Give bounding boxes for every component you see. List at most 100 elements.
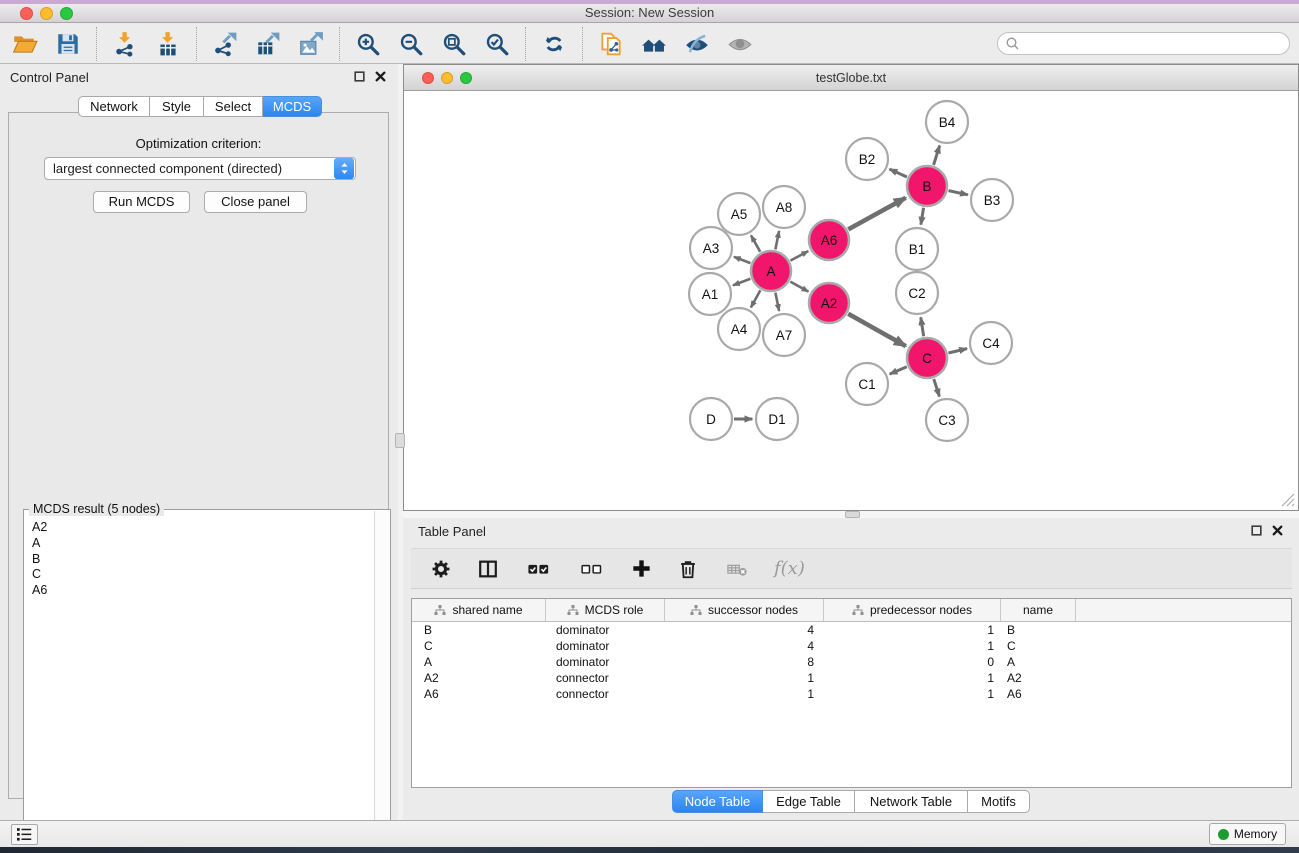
table-cell[interactable]: 1: [824, 638, 1001, 654]
edge-A-A8[interactable]: [775, 231, 779, 249]
float-panel-icon[interactable]: [1251, 525, 1262, 536]
graph-node-C3[interactable]: C3: [926, 399, 968, 441]
tab-select[interactable]: Select: [204, 96, 263, 117]
edge-A6-B[interactable]: [848, 198, 905, 230]
graph-node-B2[interactable]: B2: [846, 138, 888, 180]
graph-node-D1[interactable]: D1: [756, 398, 798, 440]
tab-motifs[interactable]: Motifs: [968, 790, 1030, 813]
table-row[interactable]: A6connector11A6: [412, 686, 1291, 702]
table-cell[interactable]: 4: [665, 622, 824, 638]
edge-A-A1[interactable]: [733, 279, 750, 286]
table-cell[interactable]: 1: [824, 670, 1001, 686]
graph-node-B1[interactable]: B1: [896, 228, 938, 270]
horizontal-divider-grip[interactable]: [845, 511, 860, 518]
export-network-icon[interactable]: [208, 28, 242, 60]
graph-node-C1[interactable]: C1: [846, 363, 888, 405]
zoom-out-icon[interactable]: [394, 28, 428, 60]
vertical-divider-grip[interactable]: [395, 433, 405, 448]
tab-style[interactable]: Style: [150, 96, 204, 117]
edge-C-C3[interactable]: [934, 379, 940, 397]
network-window-titlebar[interactable]: testGlobe.txt: [404, 65, 1298, 91]
graph-node-A4[interactable]: A4: [718, 308, 760, 350]
show-eye-icon[interactable]: [723, 28, 757, 60]
column-header-successor-nodes[interactable]: successor nodes: [665, 599, 824, 621]
column-header-name[interactable]: name: [1001, 599, 1076, 621]
open-file-icon[interactable]: [8, 28, 42, 60]
table-cell[interactable]: dominator: [546, 622, 665, 638]
edge-B-B1[interactable]: [921, 208, 924, 225]
edge-C-C2[interactable]: [921, 317, 924, 336]
zoom-in-icon[interactable]: [351, 28, 385, 60]
graph-node-B[interactable]: B: [907, 166, 947, 206]
table-cell[interactable]: A2: [1001, 670, 1076, 686]
window-resize-grip[interactable]: [1281, 493, 1295, 507]
graph-node-A6[interactable]: A6: [809, 220, 849, 260]
graph-node-D[interactable]: D: [690, 398, 732, 440]
table-cell[interactable]: A: [412, 654, 546, 670]
column-header-mcds-role[interactable]: MCDS role: [546, 599, 665, 621]
close-panel-icon[interactable]: [375, 71, 386, 82]
list-item[interactable]: A6: [32, 583, 374, 599]
float-panel-icon[interactable]: [354, 71, 365, 82]
edge-B-B2[interactable]: [890, 169, 907, 177]
table-cell[interactable]: dominator: [546, 654, 665, 670]
edge-C-C4[interactable]: [948, 349, 967, 353]
table-cell[interactable]: A6: [1001, 686, 1076, 702]
mcds-result-list[interactable]: A2ABCA6: [24, 514, 374, 844]
edge-B-B3[interactable]: [949, 191, 968, 195]
table-cell[interactable]: B: [412, 622, 546, 638]
save-session-icon[interactable]: [51, 28, 85, 60]
table-cell[interactable]: 8: [665, 654, 824, 670]
export-image-icon[interactable]: [294, 28, 328, 60]
graph-node-A5[interactable]: A5: [718, 193, 760, 235]
table-cell[interactable]: C: [1001, 638, 1076, 654]
graph-node-A3[interactable]: A3: [690, 227, 732, 269]
home-icon[interactable]: [637, 28, 671, 60]
add-column-icon[interactable]: [629, 557, 653, 581]
search-field[interactable]: [997, 32, 1290, 55]
run-mcds-button[interactable]: Run MCDS: [93, 191, 190, 213]
edge-A-A5[interactable]: [751, 235, 760, 251]
table-cell[interactable]: 1: [665, 670, 824, 686]
graph-node-A[interactable]: A: [751, 251, 791, 291]
list-item[interactable]: A: [32, 536, 374, 552]
tab-node-table[interactable]: Node Table: [672, 790, 763, 813]
edge-A-A2[interactable]: [790, 282, 808, 292]
network-graph[interactable]: B4B2BB3A8A5A6A3B1AC2A1A2A4A7C4CC1C3DD1: [404, 92, 1298, 510]
criterion-dropdown[interactable]: largest connected component (directed): [44, 157, 356, 180]
table-row[interactable]: Adominator80A: [412, 654, 1291, 670]
edge-A-A3[interactable]: [734, 257, 751, 263]
tab-network[interactable]: Network: [78, 96, 150, 117]
zoom-fit-icon[interactable]: [437, 28, 471, 60]
hide-eye-icon[interactable]: [680, 28, 714, 60]
search-input[interactable]: [1020, 35, 1289, 53]
task-history-button[interactable]: [11, 824, 38, 845]
table-cell[interactable]: dominator: [546, 638, 665, 654]
table-cell[interactable]: connector: [546, 670, 665, 686]
edge-B-B4[interactable]: [934, 146, 940, 165]
table-cell[interactable]: A6: [412, 686, 546, 702]
table-cell[interactable]: 1: [824, 686, 1001, 702]
table-row[interactable]: A2connector11A2: [412, 670, 1291, 686]
settings-gear-icon[interactable]: [429, 557, 453, 581]
list-item[interactable]: C: [32, 567, 374, 583]
select-all-icon[interactable]: [523, 557, 553, 581]
close-panel-button[interactable]: Close panel: [204, 191, 307, 213]
table-cell[interactable]: connector: [546, 686, 665, 702]
list-item[interactable]: A2: [32, 520, 374, 536]
graph-node-C2[interactable]: C2: [896, 272, 938, 314]
node-table[interactable]: shared nameMCDS rolesuccessor nodesprede…: [411, 598, 1292, 788]
list-item[interactable]: B: [32, 552, 374, 568]
refresh-icon[interactable]: [537, 28, 571, 60]
graph-node-A1[interactable]: A1: [689, 273, 731, 315]
table-cell[interactable]: 1: [665, 686, 824, 702]
close-panel-icon[interactable]: [1272, 525, 1283, 536]
graph-node-B3[interactable]: B3: [971, 179, 1013, 221]
mcds-list-scrollbar[interactable]: [374, 511, 389, 843]
export-table-icon[interactable]: [251, 28, 285, 60]
table-cell[interactable]: 4: [665, 638, 824, 654]
memory-button[interactable]: Memory: [1209, 823, 1286, 845]
table-cell[interactable]: 0: [824, 654, 1001, 670]
edge-A-A4[interactable]: [751, 290, 761, 307]
graph-node-C[interactable]: C: [907, 338, 947, 378]
